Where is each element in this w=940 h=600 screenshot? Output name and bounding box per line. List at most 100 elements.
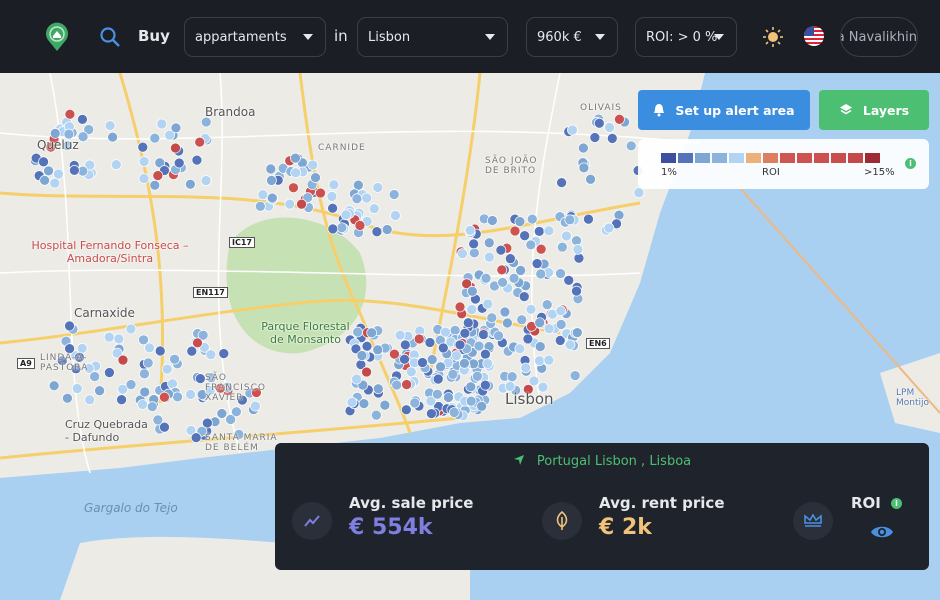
listing-marker[interactable] — [505, 253, 516, 265]
listing-marker[interactable] — [142, 357, 154, 369]
listing-marker[interactable] — [307, 159, 319, 171]
listing-marker[interactable] — [516, 314, 528, 326]
listing-marker[interactable] — [388, 189, 400, 200]
listing-marker[interactable] — [149, 132, 161, 144]
listing-marker[interactable] — [518, 291, 530, 302]
listing-marker[interactable] — [555, 319, 567, 330]
listing-marker[interactable] — [352, 326, 364, 338]
listing-marker[interactable] — [533, 226, 545, 237]
listing-marker[interactable] — [426, 354, 438, 365]
listing-marker[interactable] — [564, 214, 576, 226]
listing-marker[interactable] — [296, 198, 307, 210]
listing-marker[interactable] — [146, 401, 158, 412]
listing-marker[interactable] — [567, 124, 578, 136]
search-icon[interactable] — [99, 26, 121, 48]
listing-marker[interactable] — [499, 306, 511, 318]
listing-marker[interactable] — [508, 272, 520, 284]
listing-marker[interactable] — [64, 108, 76, 120]
eye-icon[interactable] — [870, 524, 894, 540]
listing-marker[interactable] — [487, 215, 498, 226]
listing-marker[interactable] — [340, 209, 352, 221]
listing-marker[interactable] — [71, 383, 83, 394]
listing-marker[interactable] — [482, 298, 494, 310]
listing-marker[interactable] — [476, 400, 488, 412]
listing-marker[interactable] — [593, 117, 605, 129]
listing-marker[interactable] — [633, 187, 645, 199]
listing-marker[interactable] — [435, 361, 446, 373]
listing-marker[interactable] — [440, 326, 451, 338]
listing-marker[interactable] — [535, 268, 547, 280]
layers-button[interactable]: Layers — [819, 90, 929, 130]
listing-marker[interactable] — [480, 272, 492, 284]
listing-marker[interactable] — [401, 379, 412, 390]
listing-marker[interactable] — [216, 408, 228, 419]
listing-marker[interactable] — [351, 373, 362, 385]
listing-marker[interactable] — [351, 193, 363, 205]
listing-marker[interactable] — [231, 406, 242, 418]
listing-marker[interactable] — [361, 366, 372, 378]
listing-marker[interactable] — [266, 192, 278, 204]
listing-marker[interactable] — [563, 274, 575, 286]
property-type-select[interactable]: appartaments — [184, 17, 326, 57]
listing-marker[interactable] — [614, 113, 625, 125]
listing-marker[interactable] — [578, 162, 590, 174]
listing-marker[interactable] — [572, 244, 584, 255]
listing-marker[interactable] — [156, 118, 168, 130]
listing-marker[interactable] — [506, 371, 518, 383]
listing-marker[interactable] — [569, 370, 581, 381]
listing-marker[interactable] — [515, 265, 526, 276]
listing-marker[interactable] — [192, 337, 203, 349]
listing-marker[interactable] — [159, 391, 170, 403]
listing-marker[interactable] — [525, 239, 537, 251]
listing-marker[interactable] — [447, 368, 459, 380]
listing-marker[interactable] — [49, 177, 61, 189]
listing-marker[interactable] — [39, 175, 51, 186]
listing-marker[interactable] — [358, 398, 370, 409]
listing-marker[interactable] — [625, 140, 637, 152]
listing-marker[interactable] — [432, 373, 444, 385]
listing-marker[interactable] — [459, 358, 470, 369]
listing-marker[interactable] — [454, 339, 466, 351]
listing-marker[interactable] — [417, 357, 428, 368]
listing-marker[interactable] — [185, 178, 196, 190]
listing-marker[interactable] — [173, 157, 185, 169]
listing-marker[interactable] — [578, 142, 589, 154]
listing-marker[interactable] — [561, 230, 572, 242]
listing-marker[interactable] — [543, 225, 555, 237]
listing-marker[interactable] — [585, 173, 596, 185]
listing-marker[interactable] — [290, 167, 302, 179]
listing-marker[interactable] — [486, 312, 498, 324]
listing-marker[interactable] — [482, 358, 494, 369]
listing-marker[interactable] — [556, 241, 568, 253]
listing-marker[interactable] — [117, 354, 129, 366]
listing-marker[interactable] — [152, 170, 164, 181]
listing-marker[interactable] — [556, 177, 567, 188]
listing-marker[interactable] — [284, 198, 296, 210]
listing-marker[interactable] — [137, 399, 148, 410]
listing-marker[interactable] — [310, 172, 321, 183]
listing-marker[interactable] — [62, 392, 73, 404]
listing-marker[interactable] — [424, 337, 436, 348]
location-logo-icon[interactable] — [44, 22, 70, 52]
listing-marker[interactable] — [604, 122, 615, 133]
listing-marker[interactable] — [520, 362, 532, 374]
listing-marker[interactable] — [583, 213, 594, 225]
listing-marker[interactable] — [466, 304, 478, 315]
listing-marker[interactable] — [471, 370, 483, 382]
listing-marker[interactable] — [573, 252, 585, 264]
sun-icon[interactable] — [762, 26, 784, 48]
listing-marker[interactable] — [371, 226, 383, 238]
listing-marker[interactable] — [94, 385, 105, 397]
listing-marker[interactable] — [138, 334, 149, 346]
listing-marker[interactable] — [606, 133, 618, 144]
listing-marker[interactable] — [555, 305, 567, 317]
listing-marker[interactable] — [454, 301, 466, 313]
listing-marker[interactable] — [327, 223, 339, 235]
listing-marker[interactable] — [571, 327, 583, 338]
listing-marker[interactable] — [354, 220, 366, 231]
listing-marker[interactable] — [480, 348, 491, 360]
listing-marker[interactable] — [77, 114, 88, 125]
listing-marker[interactable] — [139, 368, 150, 380]
listing-marker[interactable] — [170, 142, 181, 154]
listing-marker[interactable] — [497, 277, 508, 288]
